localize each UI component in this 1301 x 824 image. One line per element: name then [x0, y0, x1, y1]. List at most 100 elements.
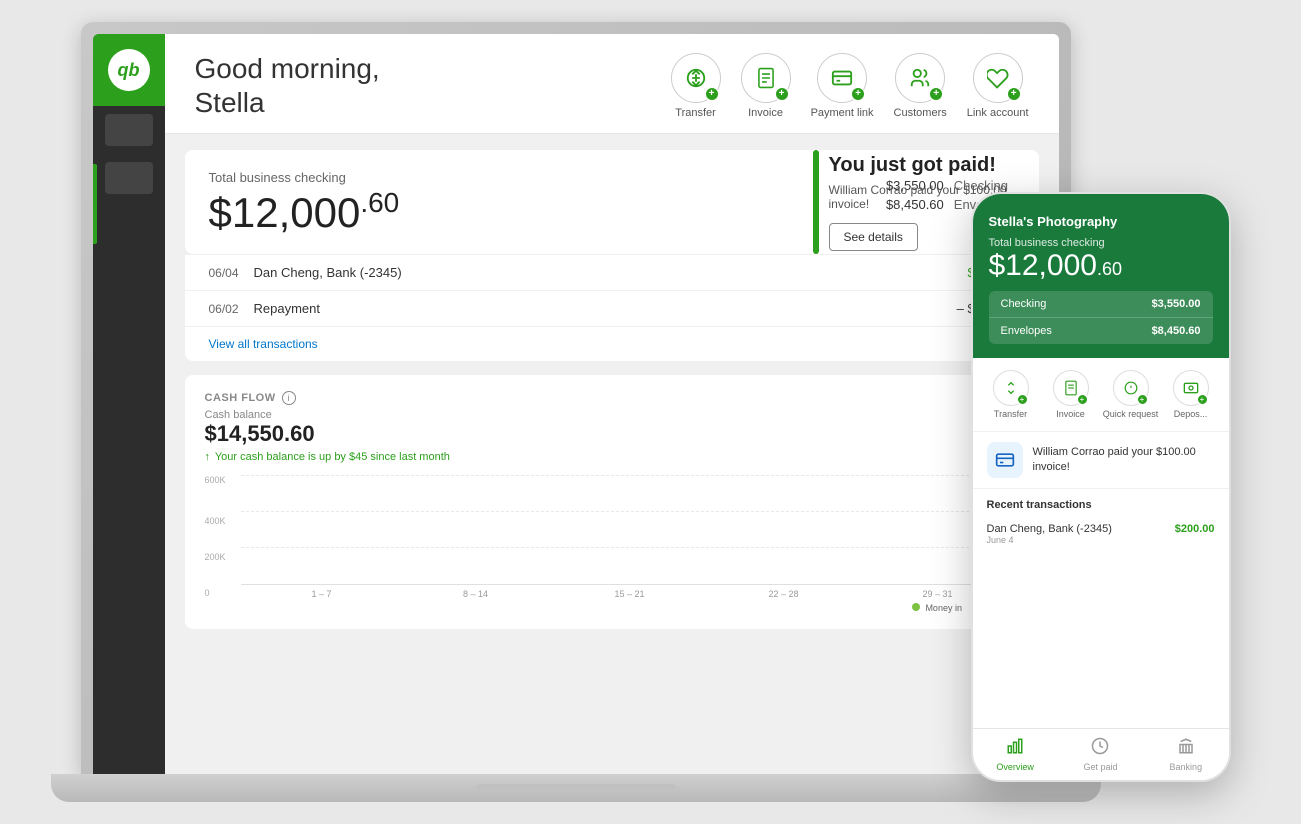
transaction-row-2: 06/02 Repayment – $500.00: [185, 290, 1039, 326]
balance-cents: .60: [360, 187, 399, 218]
sidebar-nav-item-1[interactable]: [105, 114, 153, 146]
y-label-200k: 200K: [205, 552, 241, 562]
dashboard: Total business checking $12,000.60 $3,55…: [165, 134, 1059, 774]
link-account-label: Link account: [967, 107, 1029, 119]
phone-getpaid-label: Get paid: [1083, 762, 1117, 772]
phone-checking-amount: $3,550.00: [1152, 298, 1201, 310]
phone-app-name: Stella's Photography: [989, 214, 1213, 229]
green-divider: [813, 150, 819, 254]
transaction-2-date: 06/02: [209, 302, 254, 316]
y-label-0: 0: [205, 588, 241, 598]
cashflow-title: CASH FLOW: [205, 392, 276, 404]
x-label-2: 8 – 14: [399, 589, 553, 599]
phone-banking-svg: [1177, 737, 1195, 755]
phone-nav-overview[interactable]: Overview: [973, 737, 1058, 772]
legend-dot-green: [912, 603, 920, 611]
laptop-body: [51, 774, 1101, 802]
customers-plus-badge: +: [929, 87, 943, 101]
phone-balance-cents: .60: [1097, 259, 1122, 279]
transfer-label: Transfer: [675, 107, 716, 119]
phone-transfer-svg: [1003, 380, 1019, 396]
phone-invoice-icon: +: [1053, 370, 1089, 406]
sidebar-nav-item-2[interactable]: [105, 162, 153, 194]
x-label-3: 15 – 21: [553, 589, 707, 599]
laptop-screen: qb Good morning, Stella: [93, 34, 1059, 774]
phone-overview-icon: [1006, 737, 1024, 760]
transaction-2-name: Repayment: [254, 301, 957, 316]
phone-balance-amount: $12,000.60: [989, 251, 1213, 281]
phone-invoice-plus: +: [1077, 394, 1088, 405]
greeting: Good morning, Stella: [195, 52, 380, 119]
phone-balance-label: Total business checking: [989, 237, 1213, 249]
header: Good morning, Stella: [165, 34, 1059, 134]
customers-icon-wrapper: +: [895, 53, 945, 103]
quick-action-transfer[interactable]: + Transfer: [671, 53, 721, 119]
balance-main: $12,000: [209, 189, 361, 236]
phone-deposit-icon: +: [1173, 370, 1209, 406]
customers-icon: [909, 67, 931, 89]
phone-checking-label: Checking: [1001, 298, 1047, 310]
see-details-button[interactable]: See details: [829, 223, 918, 251]
qb-logo-icon: qb: [108, 49, 150, 91]
invoice-plus-badge: +: [775, 87, 789, 101]
phone-accounts: Checking $3,550.00 Envelopes $8,450.60: [989, 291, 1213, 344]
phone-transaction-date: June 4: [987, 535, 1112, 545]
laptop: qb Good morning, Stella: [51, 22, 1101, 802]
phone-nav-get-paid[interactable]: Get paid: [1058, 737, 1143, 772]
x-axis-labels: 1 – 7 8 – 14 15 – 21 22 – 28 29 – 31: [241, 585, 1019, 599]
laptop-screen-outer: qb Good morning, Stella: [81, 22, 1071, 774]
scene: qb Good morning, Stella: [51, 22, 1251, 802]
phone-overview-svg: [1006, 737, 1024, 755]
phone-deposit-label: Depos...: [1174, 409, 1208, 419]
balance-left: Total business checking $12,000.60: [209, 170, 846, 234]
sidebar-logo: qb: [93, 34, 165, 106]
x-label-4: 22 – 28: [707, 589, 861, 599]
phone-notification-text: William Corrao paid your $100.00 invoice…: [1033, 445, 1215, 476]
phone-getpaid-icon: [1091, 737, 1109, 760]
quick-action-link-account[interactable]: + Link account: [967, 53, 1029, 119]
phone-deposit-svg: [1183, 381, 1199, 395]
legend-money-in: Money in: [912, 603, 962, 613]
invoice-label: Invoice: [748, 107, 783, 119]
phone-balance-main: $12,000: [989, 249, 1097, 282]
phone-transaction-info: Dan Cheng, Bank (-2345) June 4: [987, 523, 1112, 545]
phone-transfer-plus: +: [1017, 394, 1028, 405]
phone-quick-action-transfer[interactable]: + Transfer: [981, 370, 1041, 419]
y-axis-labels: 600K 400K 200K 0: [205, 475, 241, 593]
quick-action-payment-link[interactable]: + Payment link: [811, 53, 874, 119]
grid-line-top: [241, 475, 1019, 476]
transaction-row-1: 06/04 Dan Cheng, Bank (-2345) $200.00: [185, 254, 1039, 290]
bars-container: [241, 475, 1019, 584]
cashflow-header: CASH FLOW i: [205, 391, 1019, 405]
balance-amount: $12,000.60: [209, 189, 846, 234]
cashflow-amount: $14,550.60: [205, 421, 1019, 447]
phone-quick-request-label: Quick request: [1103, 409, 1159, 419]
quick-action-customers[interactable]: + Customers: [894, 53, 947, 119]
link-account-icon: [987, 67, 1009, 89]
phone-quick-action-invoice[interactable]: + Invoice: [1041, 370, 1101, 419]
chart-area: [241, 475, 1019, 585]
phone-recent-title: Recent transactions: [973, 489, 1229, 517]
phone-quick-request-plus: +: [1137, 394, 1148, 405]
greeting-line1: Good morning,: [195, 52, 380, 86]
cashflow-info-icon[interactable]: i: [282, 391, 296, 405]
cashflow-chart: 600K 400K 200K 0: [205, 475, 1019, 613]
quick-action-invoice[interactable]: + Invoice: [741, 53, 791, 119]
transactions-card: 06/04 Dan Cheng, Bank (-2345) $200.00 06…: [185, 254, 1039, 361]
phone-deposit-plus: +: [1197, 394, 1208, 405]
quick-actions-bar: + Transfer: [671, 53, 1029, 119]
phone-quick-action-deposit[interactable]: + Depos...: [1161, 370, 1221, 419]
phone-transfer-label: Transfer: [994, 409, 1027, 419]
sidebar: qb: [93, 34, 165, 774]
phone-notif-icon: [987, 442, 1023, 478]
greeting-line2: Stella: [195, 86, 380, 120]
transfer-icon: [685, 67, 707, 89]
phone-nav-banking[interactable]: Banking: [1143, 737, 1228, 772]
phone-quick-action-quick-request[interactable]: + Quick request: [1101, 370, 1161, 419]
phone-quick-actions: + Transfer + Invoice: [973, 358, 1229, 432]
phone-bottom-nav: Overview Get paid Banking: [973, 728, 1229, 780]
x-label-1: 1 – 7: [245, 589, 399, 599]
chart-legend: Money in Money: [241, 603, 1019, 613]
view-all-transactions-link[interactable]: View all transactions: [185, 326, 1039, 361]
sidebar-active-indicator: [93, 164, 97, 244]
